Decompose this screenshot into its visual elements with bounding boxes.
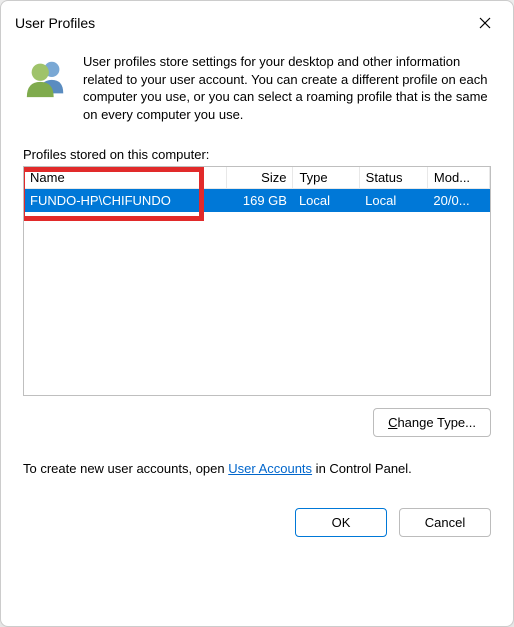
column-header-size[interactable]: Size (227, 167, 293, 189)
close-icon (479, 17, 491, 29)
hint-prefix: To create new user accounts, open (23, 461, 228, 476)
column-header-modified[interactable]: Mod... (427, 167, 489, 189)
dialog-content: User profiles store settings for your de… (1, 43, 513, 626)
cell-status: Local (359, 189, 427, 213)
table-row[interactable]: FUNDO-HP\CHIFUNDO 169 GB Local Local 20/… (24, 189, 490, 213)
user-profiles-dialog: User Profiles User profiles store (0, 0, 514, 627)
change-type-button[interactable]: Change Type... (373, 408, 491, 437)
column-header-type[interactable]: Type (293, 167, 359, 189)
cell-type: Local (293, 189, 359, 213)
change-type-row: Change Type... (23, 408, 491, 437)
column-header-status[interactable]: Status (359, 167, 427, 189)
users-icon (23, 53, 71, 123)
intro-section: User profiles store settings for your de… (23, 53, 491, 123)
cancel-button[interactable]: Cancel (399, 508, 491, 537)
titlebar: User Profiles (1, 1, 513, 43)
change-type-label: hange Type... (397, 415, 476, 430)
hint-suffix: in Control Panel. (312, 461, 412, 476)
intro-text: User profiles store settings for your de… (83, 53, 491, 123)
user-accounts-link[interactable]: User Accounts (228, 461, 312, 476)
profiles-table[interactable]: Name Size Type Status Mod... FUNDO-HP\CH… (23, 166, 491, 396)
profiles-list-label: Profiles stored on this computer: (23, 147, 491, 162)
close-button[interactable] (469, 11, 501, 35)
dialog-button-row: OK Cancel (23, 508, 491, 537)
cell-modified: 20/0... (427, 189, 489, 213)
cell-name: FUNDO-HP\CHIFUNDO (24, 189, 227, 213)
dialog-title: User Profiles (15, 15, 95, 31)
create-account-hint: To create new user accounts, open User A… (23, 461, 491, 476)
ok-button[interactable]: OK (295, 508, 387, 537)
cell-size: 169 GB (227, 189, 293, 213)
column-header-name[interactable]: Name (24, 167, 227, 189)
table-header-row: Name Size Type Status Mod... (24, 167, 490, 189)
